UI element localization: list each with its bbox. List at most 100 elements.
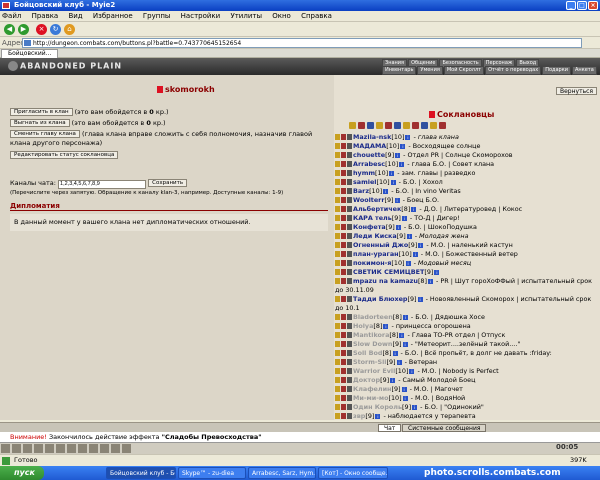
align-icon[interactable] [335, 251, 340, 257]
member-name[interactable]: Огненный Джо [353, 241, 408, 249]
align-icon[interactable] [335, 143, 340, 149]
align-icon[interactable] [335, 386, 340, 392]
nav-scroll[interactable]: Мой Скроллт [443, 66, 485, 75]
info-icon[interactable]: i [389, 170, 395, 176]
menu-file[interactable]: Файл [2, 12, 21, 20]
rank-icon[interactable] [347, 269, 352, 275]
align-icon[interactable] [335, 404, 340, 410]
nav-profile[interactable]: Анкета [572, 66, 597, 75]
info-icon[interactable]: i [390, 377, 396, 383]
member-name[interactable]: Woolterr [353, 196, 385, 204]
nav-skills[interactable]: Умения [417, 66, 443, 75]
member-name[interactable]: Один Король [353, 403, 402, 411]
member-name[interactable]: план-ураган [353, 250, 399, 258]
member-name[interactable]: samiel [353, 178, 377, 186]
member-name[interactable]: Holya [353, 322, 373, 330]
game-tool-icon[interactable] [12, 444, 21, 453]
member-name[interactable]: СВЕТИК СЕМИЦВЕТ [353, 268, 424, 276]
align-icon[interactable] [335, 413, 340, 419]
badge-icon[interactable] [394, 121, 401, 129]
tab-chat[interactable]: Чат [378, 424, 402, 432]
align-icon[interactable] [335, 170, 340, 176]
rank-icon[interactable] [347, 395, 352, 401]
game-tool-icon[interactable] [34, 444, 43, 453]
info-icon[interactable]: i [394, 197, 400, 203]
clan-icon[interactable] [341, 152, 346, 158]
badge-icon[interactable] [412, 121, 419, 129]
rank-icon[interactable] [347, 323, 352, 329]
clan-icon[interactable] [341, 206, 346, 212]
badge-icon[interactable] [403, 121, 410, 129]
member-name[interactable]: звр [353, 412, 365, 420]
clan-icon[interactable] [341, 143, 346, 149]
game-tool-icon[interactable] [56, 444, 65, 453]
clan-icon[interactable] [341, 323, 346, 329]
rank-icon[interactable] [347, 404, 352, 410]
clan-icon[interactable] [341, 404, 346, 410]
member-name[interactable]: Mazila-nsk [353, 133, 391, 141]
member-name[interactable]: Arrabesc [353, 160, 385, 168]
info-icon[interactable]: i [417, 296, 423, 302]
member-name[interactable]: МАДАМА [353, 142, 386, 150]
menu-utilities[interactable]: Утилиты [230, 12, 262, 20]
align-icon[interactable] [335, 206, 340, 212]
align-icon[interactable] [335, 197, 340, 203]
member-name[interactable]: Конфета [353, 223, 386, 231]
game-tool-icon[interactable] [23, 444, 32, 453]
align-icon[interactable] [335, 269, 340, 275]
member-name[interactable]: chouette [353, 151, 385, 159]
taskbar-item-chat[interactable]: Arrabesc, Sarz, Hym... [248, 467, 316, 479]
rank-icon[interactable] [347, 134, 352, 140]
info-icon[interactable]: i [406, 233, 412, 239]
taskbar-item-skype[interactable]: Skype™ - zu-diea [178, 467, 246, 479]
clan-icon[interactable] [341, 242, 346, 248]
clan-icon[interactable] [341, 413, 346, 419]
member-name[interactable]: Клафелин [353, 385, 391, 393]
clan-icon[interactable] [341, 170, 346, 176]
rank-icon[interactable] [347, 161, 352, 167]
back-icon[interactable]: ◀ [4, 24, 15, 35]
clan-icon[interactable] [341, 224, 346, 230]
rank-icon[interactable] [347, 350, 352, 356]
rank-icon[interactable] [347, 278, 352, 284]
rank-icon[interactable] [347, 215, 352, 221]
stop-icon[interactable]: × [36, 24, 47, 35]
tab-combats[interactable]: Бойцовский... [1, 49, 59, 58]
info-icon[interactable]: i [412, 251, 418, 257]
maximize-icon[interactable]: □ [577, 1, 587, 10]
info-icon[interactable]: i [400, 143, 406, 149]
info-icon[interactable]: i [402, 395, 408, 401]
badge-icon[interactable] [358, 121, 365, 129]
align-icon[interactable] [335, 179, 340, 185]
member-name[interactable]: Barz [353, 187, 369, 195]
game-tool-icon[interactable] [111, 444, 120, 453]
game-tool-icon[interactable] [100, 444, 109, 453]
info-icon[interactable]: i [401, 215, 407, 221]
rank-icon[interactable] [347, 413, 352, 419]
align-icon[interactable] [335, 224, 340, 230]
align-icon[interactable] [335, 233, 340, 239]
clan-icon[interactable] [341, 215, 346, 221]
member-name[interactable]: hymm [353, 169, 375, 177]
game-tool-icon[interactable] [45, 444, 54, 453]
nav-gifts[interactable]: Подарки [542, 66, 572, 75]
align-icon[interactable] [335, 215, 340, 221]
clan-icon[interactable] [341, 278, 346, 284]
member-name[interactable]: Bladorteen [353, 313, 393, 321]
info-icon[interactable]: i [395, 152, 401, 158]
start-button[interactable]: пуск [0, 466, 44, 480]
align-icon[interactable] [335, 188, 340, 194]
rank-icon[interactable] [347, 224, 352, 230]
menu-view[interactable]: Вид [68, 12, 82, 20]
member-name[interactable]: Mantikora [353, 331, 389, 339]
align-icon[interactable] [335, 368, 340, 374]
align-icon[interactable] [335, 332, 340, 338]
invite-button[interactable]: Пригласить в клан [10, 108, 73, 116]
member-name[interactable]: Ми-ми-мо [353, 394, 388, 402]
member-name[interactable]: Альбертичек [353, 205, 401, 213]
clan-icon[interactable] [341, 332, 346, 338]
edit-status-button[interactable]: Редактировать статус соклановца [10, 151, 119, 159]
rank-icon[interactable] [347, 188, 352, 194]
rank-icon[interactable] [347, 143, 352, 149]
align-icon[interactable] [335, 152, 340, 158]
